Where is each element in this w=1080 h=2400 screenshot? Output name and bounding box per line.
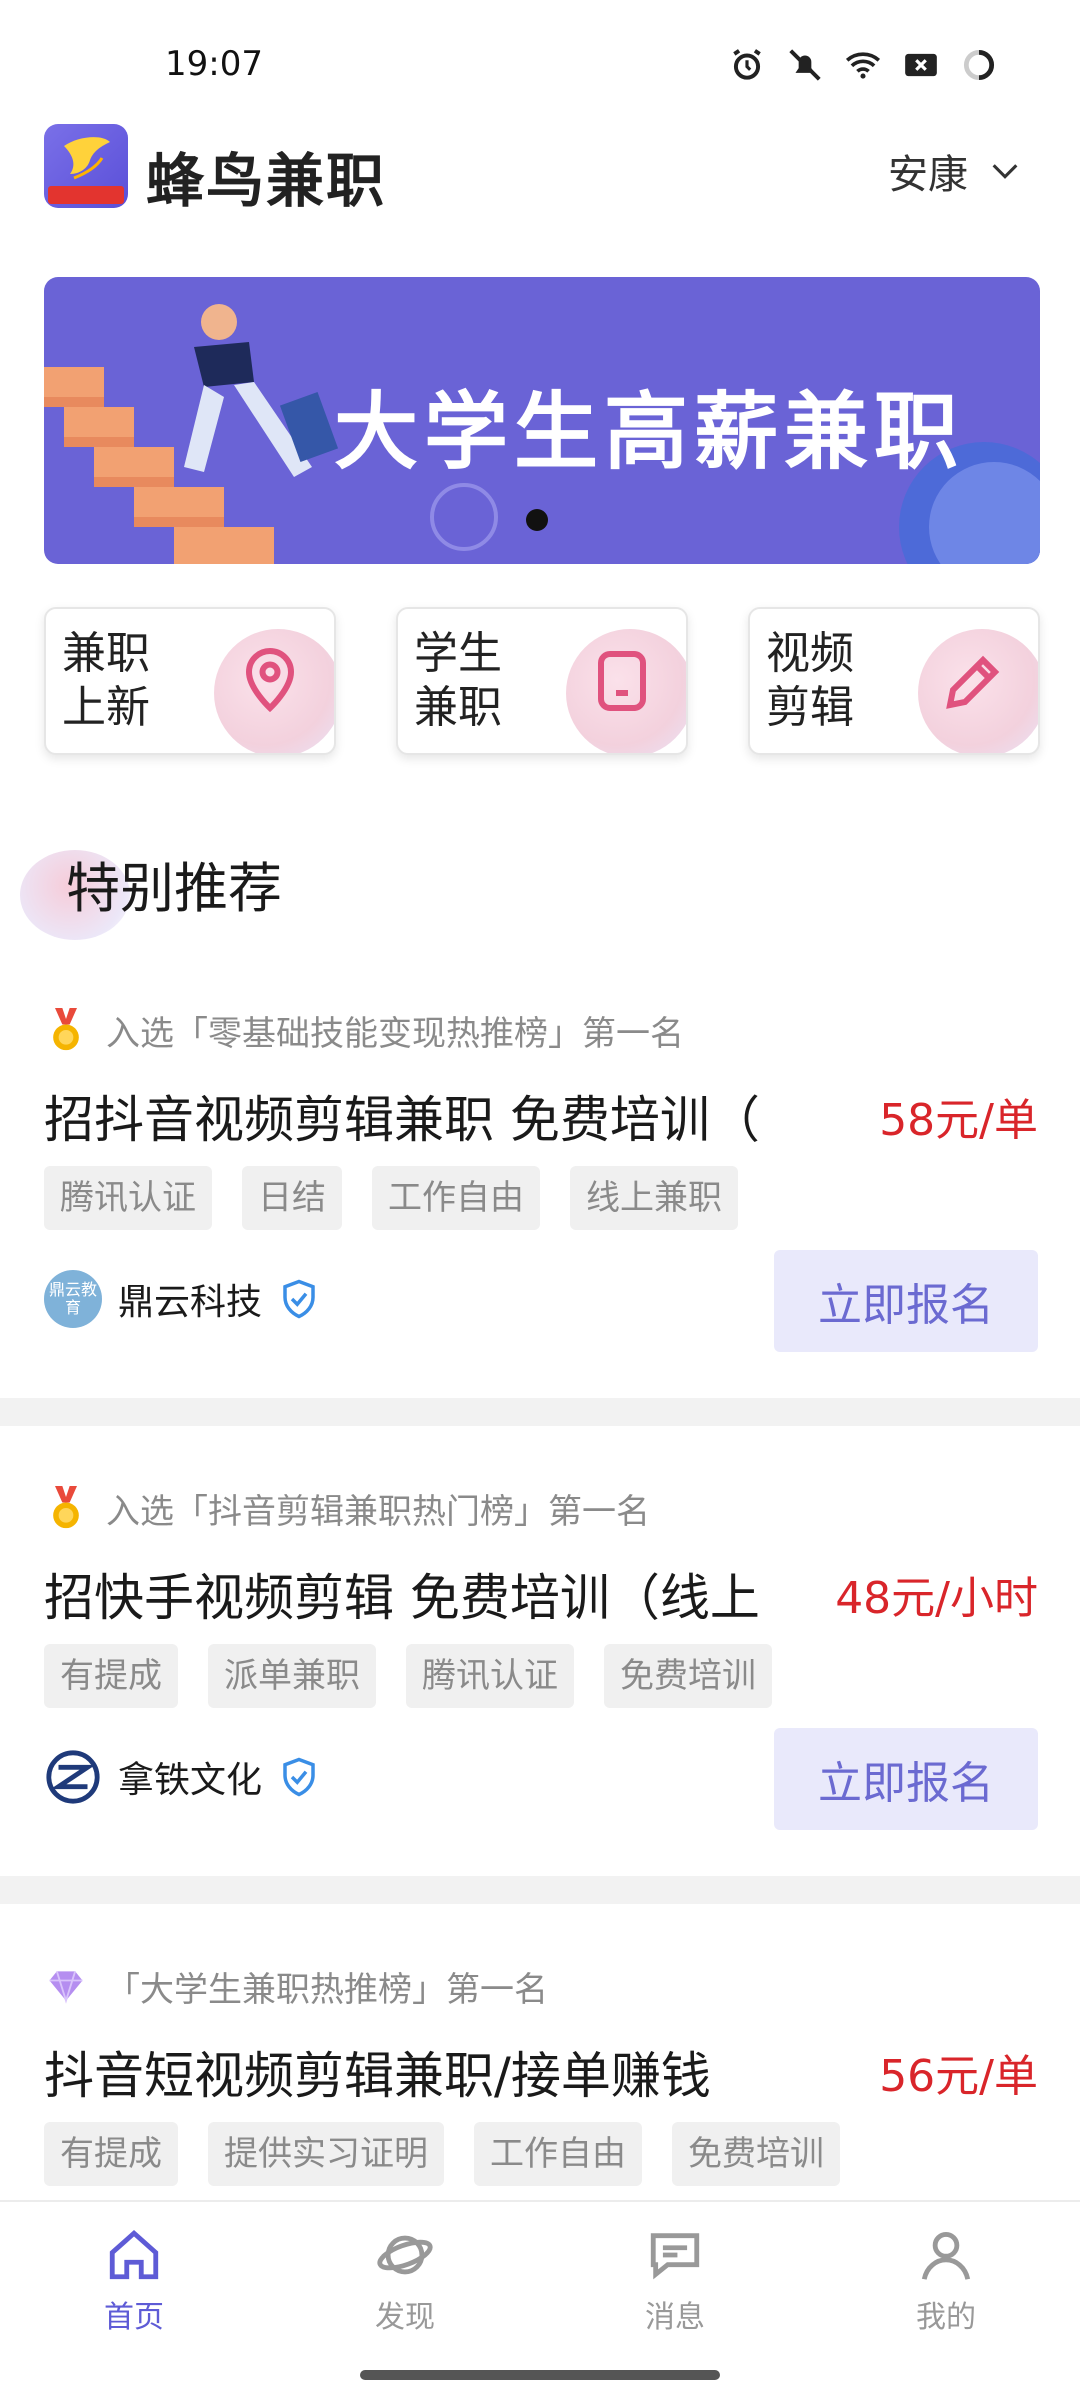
company-info: 拿铁文化 (44, 1748, 320, 1806)
promo-banner[interactable]: 大学生高薪兼职 (44, 277, 1040, 564)
company-info: 鼎云教育 鼎云科技 (44, 1270, 320, 1328)
verified-shield-icon (283, 1757, 315, 1797)
job-badge: 「大学生兼职热推榜」第一名 (44, 1956, 548, 2016)
carousel-dot[interactable] (526, 509, 548, 531)
job-tag: 提供实习证明 (208, 2122, 444, 2186)
job-title: 招快手视频剪辑 免费培训（线上 (44, 1569, 760, 1627)
job-tag: 腾讯认证 (44, 1166, 212, 1230)
job-tag: 线上兼职 (570, 1166, 738, 1230)
job-salary: 58元/单 (879, 1095, 1038, 1146)
job-tag: 派单兼职 (208, 1644, 376, 1708)
job-salary: 48元/小时 (835, 1573, 1038, 1624)
phone-icon (598, 651, 646, 711)
job-tags: 腾讯认证 日结 工作自由 线上兼职 (44, 1166, 738, 1230)
nav-home[interactable]: 首页 (64, 2226, 204, 2336)
job-tag: 有提成 (44, 1644, 178, 1708)
apply-button[interactable]: 立即报名 (774, 1250, 1038, 1352)
job-title: 抖音短视频剪辑兼职/接单赚钱 (44, 2047, 711, 2105)
quick-card-new-jobs[interactable]: 兼职 上新 (44, 607, 336, 755)
app-header: 蜂鸟兼职 安康 (0, 120, 1080, 220)
app-logo (44, 124, 128, 208)
job-title: 招抖音视频剪辑兼职 免费培训（ (44, 1091, 760, 1149)
pencil-icon (946, 655, 1000, 709)
message-icon (650, 2233, 700, 2280)
nav-messages[interactable]: 消息 (605, 2226, 745, 2336)
job-tag: 日结 (242, 1166, 342, 1230)
chevron-down-icon (992, 164, 1018, 179)
job-tag: 有提成 (44, 2122, 178, 2186)
job-tags: 有提成 提供实习证明 工作自由 免费培训 (44, 2122, 840, 2186)
section-header: 特别推荐 (20, 840, 420, 940)
quick-card-video-editing[interactable]: 视频 剪辑 (748, 607, 1040, 755)
home-indicator[interactable] (360, 2370, 720, 2380)
job-badge: 入选「抖音剪辑兼职热门榜」第一名 (44, 1478, 650, 1538)
divider (0, 1876, 1080, 1904)
status-icons (728, 46, 998, 84)
apply-button[interactable]: 立即报名 (774, 1728, 1038, 1830)
job-tag: 免费培训 (604, 1644, 772, 1708)
quick-card-student-jobs[interactable]: 学生 兼职 (396, 607, 688, 755)
city-selector[interactable]: 安康 (888, 142, 1022, 200)
nav-label: 首页 (104, 2300, 164, 2335)
job-tag: 免费培训 (672, 2122, 840, 2186)
divider (0, 1398, 1080, 1426)
nav-label: 消息 (645, 2300, 705, 2335)
section-title: 特别推荐 (66, 857, 282, 920)
status-bar: 19:07 (0, 0, 1080, 110)
quick-categories: 兼职 上新 学生 兼职 视频 剪辑 (44, 607, 1040, 755)
mute-icon (786, 46, 824, 84)
job-tag: 工作自由 (372, 1166, 540, 1230)
alarm-icon (728, 46, 766, 84)
company-logo (44, 1748, 102, 1806)
company-name: 拿铁文化 (118, 1760, 263, 1801)
profile-icon (921, 2232, 971, 2280)
city-name: 安康 (888, 152, 968, 198)
verified-shield-icon (283, 1279, 315, 1319)
wifi-icon (844, 46, 882, 84)
quick-card-label: 学生 兼职 (414, 628, 502, 733)
status-time: 19:07 (165, 44, 263, 84)
quick-card-label: 视频 剪辑 (766, 628, 854, 733)
job-tag: 工作自由 (474, 2122, 642, 2186)
job-tags: 有提成 派单兼职 腾讯认证 免费培训 (44, 1644, 772, 1708)
location-pin-icon (245, 648, 295, 713)
banner-text: 大学生高薪兼职 (334, 383, 965, 481)
planet-icon (377, 2235, 433, 2275)
job-tag: 腾讯认证 (406, 1644, 574, 1708)
nav-discover[interactable]: 发现 (335, 2226, 475, 2336)
job-card[interactable]: 入选「零基础技能变现热推榜」第一名 招抖音视频剪辑兼职 免费培训（ 58元/单 … (0, 1000, 1080, 1460)
company-logo: 鼎云教育 (44, 1270, 102, 1328)
nav-label: 发现 (375, 2300, 435, 2335)
nav-profile[interactable]: 我的 (876, 2226, 1016, 2336)
medal-icon (53, 1008, 79, 1051)
diamond-icon (49, 1971, 83, 2004)
medal-icon (53, 1486, 79, 1529)
job-card[interactable]: 入选「抖音剪辑兼职热门榜」第一名 招快手视频剪辑 免费培训（线上 48元/小时 … (0, 1478, 1080, 1938)
nav-label: 我的 (916, 2300, 976, 2335)
company-name: 鼎云科技 (118, 1282, 263, 1323)
job-card[interactable]: 「大学生兼职热推榜」第一名 抖音短视频剪辑兼职/接单赚钱 56元/单 有提成 提… (0, 1956, 1080, 2200)
sim-icon (902, 46, 940, 84)
job-salary: 56元/单 (879, 2051, 1038, 2102)
home-icon (109, 2230, 159, 2280)
battery-icon (960, 46, 998, 84)
app-title: 蜂鸟兼职 (146, 147, 387, 215)
quick-card-label: 兼职 上新 (62, 628, 150, 733)
job-badge: 入选「零基础技能变现热推榜」第一名 (44, 1000, 684, 1060)
